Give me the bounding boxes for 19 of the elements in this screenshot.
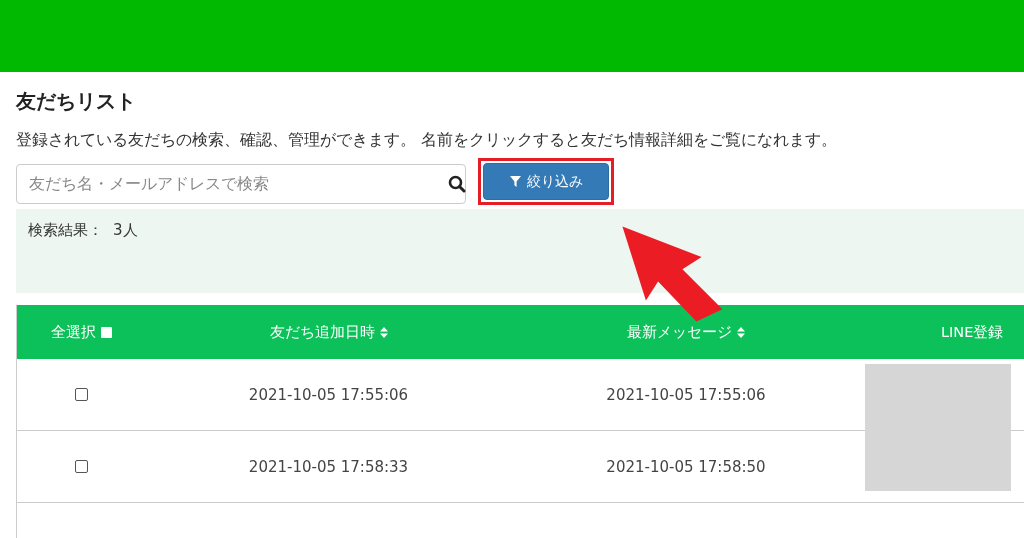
- column-header[interactable]: LINE登録: [941, 322, 1004, 342]
- row-checkbox[interactable]: [75, 460, 88, 473]
- table-cell: 2021-10-05 17:55:06: [606, 385, 766, 404]
- table-cell: 2021-10-05 17:58:33: [248, 457, 409, 476]
- table-cell: 2021-10-05 17:58:50: [606, 457, 766, 476]
- select-all-checkbox[interactable]: [101, 326, 112, 338]
- column-header: 全選択: [51, 322, 96, 342]
- table-cell: 2021-10-05 17:55:06: [248, 385, 409, 404]
- column-header[interactable]: 友だち追加日時: [269, 322, 375, 342]
- search-field[interactable]: 友だち名・メールアドレスで検索: [16, 163, 466, 204]
- page-title: 友だちリスト: [16, 88, 137, 115]
- page-description: 登録されている友だちの検索、確認、管理ができます。 名前をクリックすると友だち情報詳細をご覧になれます。: [16, 130, 838, 151]
- row-checkbox[interactable]: [75, 388, 88, 401]
- search-icon[interactable]: [448, 174, 466, 193]
- column-header[interactable]: 最新メッセージ: [627, 322, 732, 342]
- filter-button[interactable]: 絞り込み: [483, 163, 609, 200]
- filter-icon: [509, 176, 521, 187]
- result-label: 検索結果：: [28, 221, 103, 240]
- result-count: 3人: [113, 221, 138, 240]
